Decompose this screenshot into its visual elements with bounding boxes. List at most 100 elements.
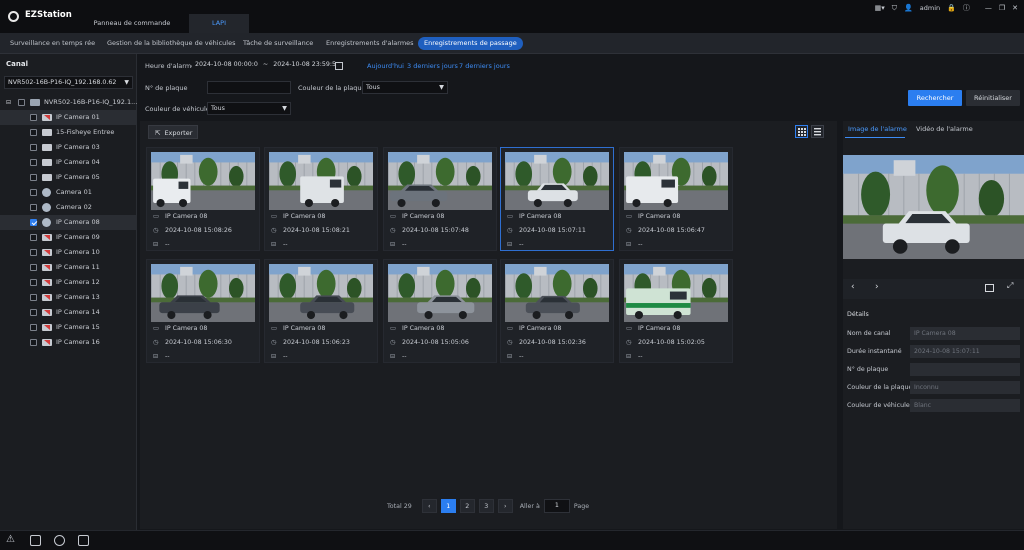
alarm-time-range[interactable]: 2024-10-08 00:00:0 ~ 2024-10-08 23:59:5	[192, 59, 347, 72]
next-icon[interactable]: ›	[875, 282, 879, 292]
vehicle-snapshot[interactable]	[269, 152, 373, 210]
channel-item[interactable]: IP Camera 12	[0, 275, 136, 290]
fullscreen-icon[interactable]: ⤢	[1007, 281, 1013, 291]
grid-view-icon[interactable]	[795, 125, 808, 138]
result-card[interactable]: ▭ IP Camera 08 ◷ 2024-10-08 15:08:21 ⊟ --	[264, 147, 378, 251]
device-node[interactable]: ⊟ NVR502-16B-P16-IQ_192.1...	[0, 95, 137, 110]
panel-splitter[interactable]	[838, 121, 842, 529]
nav-alarm-records[interactable]: Enregistrements d'alarmes	[320, 37, 420, 50]
channel-checkbox[interactable]	[30, 114, 37, 121]
channel-checkbox[interactable]	[30, 129, 37, 136]
vehicle-snapshot[interactable]	[151, 152, 255, 210]
channel-item[interactable]: Camera 01	[0, 185, 136, 200]
page-3-button[interactable]: 3	[478, 499, 494, 513]
clipboard-icon[interactable]	[78, 535, 89, 546]
export-button[interactable]: ⇱ Exporter	[148, 125, 198, 139]
device-select[interactable]: NVR502-16B-P16-IQ_192.168.0.62 ▼	[4, 76, 133, 89]
channel-checkbox[interactable]	[30, 264, 37, 271]
user-icon[interactable]: 👤	[904, 4, 913, 12]
vehicle-snapshot[interactable]	[624, 152, 728, 210]
download-icon[interactable]	[54, 535, 65, 546]
tree-collapse-icon[interactable]: ⊟	[6, 95, 11, 110]
quick-7-days[interactable]: 7 derniers jours	[459, 62, 510, 70]
result-card[interactable]: ▭ IP Camera 08 ◷ 2024-10-08 15:06:23 ⊟ --	[264, 259, 378, 363]
result-card[interactable]: ▭ IP Camera 08 ◷ 2024-10-08 15:07:11 ⊟ --	[500, 147, 614, 251]
result-card[interactable]: ▭ IP Camera 08 ◷ 2024-10-08 15:08:26 ⊟ --	[146, 147, 260, 251]
calendar-icon[interactable]	[335, 62, 343, 70]
tab-lapi[interactable]: LAPI	[189, 14, 249, 33]
result-card[interactable]: ▭ IP Camera 08 ◷ 2024-10-08 15:02:36 ⊟ --	[500, 259, 614, 363]
prev-page-button[interactable]: ‹	[421, 499, 437, 513]
restore-icon[interactable]: ❐	[999, 4, 1005, 12]
channel-checkbox[interactable]	[30, 174, 37, 181]
vehicle-snapshot[interactable]	[388, 264, 492, 322]
channel-checkbox[interactable]	[30, 159, 37, 166]
upload-icon[interactable]	[30, 535, 41, 546]
channel-item[interactable]: IP Camera 16	[0, 335, 136, 350]
nav-surveillance-task[interactable]: Tâche de surveillance	[237, 37, 319, 50]
tab-control-panel[interactable]: Panneau de commande	[86, 14, 178, 33]
result-card[interactable]: ▭ IP Camera 08 ◷ 2024-10-08 15:02:05 ⊟ --	[619, 259, 733, 363]
channel-checkbox[interactable]	[30, 249, 37, 256]
nav-live-surveillance[interactable]: Surveillance en temps rée	[4, 37, 101, 50]
channel-item[interactable]: IP Camera 14	[0, 305, 136, 320]
channel-checkbox[interactable]	[30, 339, 37, 346]
result-card[interactable]: ▭ IP Camera 08 ◷ 2024-10-08 15:05:06 ⊟ --	[383, 259, 497, 363]
vehicle-snapshot[interactable]	[151, 264, 255, 322]
channel-item[interactable]: IP Camera 15	[0, 320, 136, 335]
channel-item[interactable]: IP Camera 11	[0, 260, 136, 275]
tab-alarm-video[interactable]: Vidéo de l'alarme	[916, 125, 973, 133]
vehicle-color-select[interactable]: Tous ▼	[207, 102, 291, 115]
channel-item[interactable]: IP Camera 03	[0, 140, 136, 155]
next-page-button[interactable]: ›	[497, 499, 513, 513]
vehicle-snapshot[interactable]	[505, 152, 609, 210]
list-view-icon[interactable]	[811, 125, 824, 138]
vehicle-snapshot[interactable]	[388, 152, 492, 210]
warning-icon[interactable]: ⚠	[6, 534, 15, 545]
quick-today[interactable]: Aujourd'hui	[367, 62, 404, 70]
channel-item[interactable]: IP Camera 05	[0, 170, 136, 185]
channel-checkbox[interactable]	[30, 294, 37, 301]
channel-checkbox[interactable]	[30, 309, 37, 316]
nav-passage-records[interactable]: Enregistrements de passage	[418, 37, 523, 50]
lock-icon[interactable]: 🔒	[947, 4, 956, 12]
help-icon[interactable]: ⓘ	[963, 3, 970, 13]
result-card[interactable]: ▭ IP Camera 08 ◷ 2024-10-08 15:06:30 ⊟ --	[146, 259, 260, 363]
username[interactable]: admin	[920, 4, 940, 12]
vehicle-snapshot[interactable]	[624, 264, 728, 322]
alarm-image-preview[interactable]	[843, 155, 1024, 259]
channel-checkbox[interactable]	[30, 324, 37, 331]
plate-number-input[interactable]	[207, 81, 291, 94]
plate-color-select[interactable]: Tous ▼	[362, 81, 448, 94]
page-1-button[interactable]: 1	[440, 499, 456, 513]
nav-vehicle-library[interactable]: Gestion de la bibliothèque de véhicules	[101, 37, 241, 50]
channel-item[interactable]: Camera 02	[0, 200, 136, 215]
goto-page-input[interactable]: 1	[543, 499, 570, 513]
channel-checkbox[interactable]	[30, 219, 37, 226]
channel-item[interactable]: IP Camera 09	[0, 230, 136, 245]
close-icon[interactable]: ✕	[1012, 4, 1018, 12]
channel-checkbox[interactable]	[30, 189, 37, 196]
vehicle-snapshot[interactable]	[269, 264, 373, 322]
channel-item[interactable]: IP Camera 08	[0, 215, 136, 230]
save-image-icon[interactable]	[985, 284, 994, 292]
result-card[interactable]: ▭ IP Camera 08 ◷ 2024-10-08 15:06:47 ⊟ --	[619, 147, 733, 251]
tab-alarm-image[interactable]: Image de l'alarme	[848, 125, 907, 133]
quick-3-days[interactable]: 3 derniers jours	[407, 62, 458, 70]
search-button[interactable]: Rechercher	[908, 90, 962, 106]
channel-checkbox[interactable]	[30, 279, 37, 286]
channel-item[interactable]: IP Camera 10	[0, 245, 136, 260]
channel-checkbox[interactable]	[30, 234, 37, 241]
channel-item[interactable]: 15-Fisheye Entree	[0, 125, 136, 140]
page-2-button[interactable]: 2	[459, 499, 475, 513]
vehicle-snapshot[interactable]	[505, 264, 609, 322]
device-checkbox[interactable]	[18, 99, 25, 106]
previous-icon[interactable]: ‹	[851, 282, 855, 292]
channel-checkbox[interactable]	[30, 204, 37, 211]
result-card[interactable]: ▭ IP Camera 08 ◷ 2024-10-08 15:07:48 ⊟ --	[383, 147, 497, 251]
grid-icon[interactable]: ▦▾	[875, 4, 885, 12]
reset-button[interactable]: Réinitialiser	[966, 90, 1020, 106]
channel-checkbox[interactable]	[30, 144, 37, 151]
channel-item[interactable]: IP Camera 13	[0, 290, 136, 305]
shirt-icon[interactable]: ⛉	[892, 4, 897, 13]
